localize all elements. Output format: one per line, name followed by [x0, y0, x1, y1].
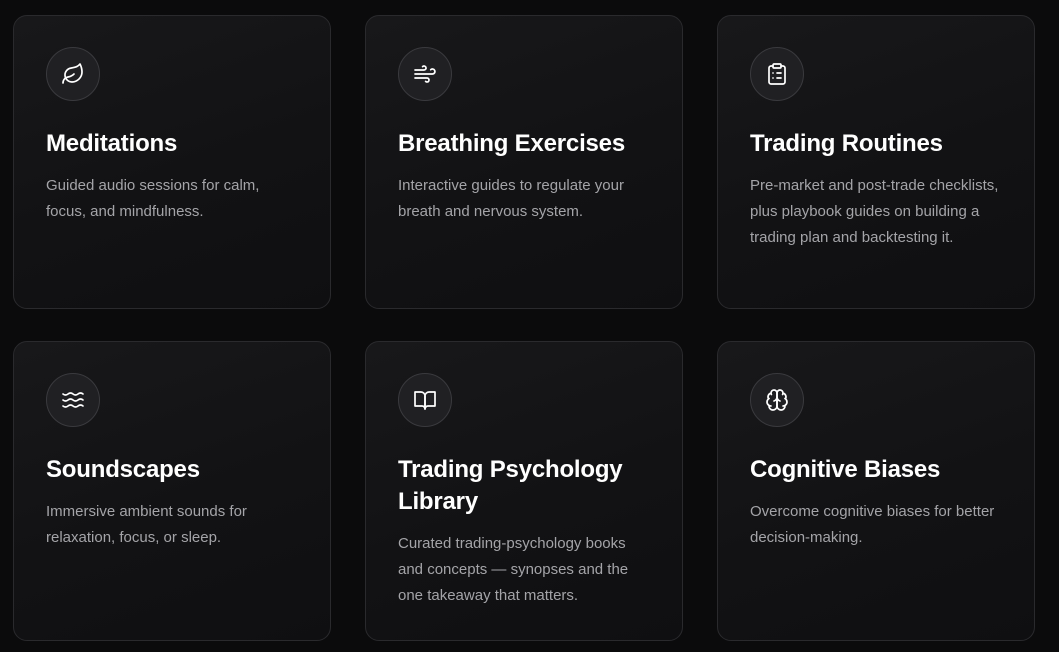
card-description: Immersive ambient sounds for relaxation,…: [46, 503, 247, 546]
card-breathing-exercises[interactable]: Breathing Exercises Interactive guides t…: [365, 15, 683, 309]
wind-icon: [398, 47, 452, 101]
card-description: Pre-market and post-trade checklists, pl…: [750, 177, 999, 246]
card-meditations[interactable]: Meditations Guided audio sessions for ca…: [13, 15, 331, 309]
card-title: Meditations: [46, 130, 178, 157]
waves-icon: [46, 373, 100, 427]
card-trading-routines[interactable]: Trading Routines Pre-market and post-tra…: [717, 15, 1035, 309]
card-trading-psychology-library[interactable]: Trading Psychology Library Curated tradi…: [365, 341, 683, 641]
card-title: Soundscapes: [46, 456, 200, 483]
card-description: Guided audio sessions for calm, focus, a…: [46, 177, 260, 220]
card-title: Breathing Exercises: [398, 130, 625, 157]
card-description: Overcome cognitive biases for better dec…: [750, 503, 995, 546]
card-title: Trading Psychology Library: [398, 456, 623, 515]
card-soundscapes[interactable]: Soundscapes Immersive ambient sounds for…: [13, 341, 331, 641]
card-title: Trading Routines: [750, 130, 943, 157]
leaf-icon: [46, 47, 100, 101]
clipboard-list-icon: [750, 47, 804, 101]
card-description: Interactive guides to regulate your brea…: [398, 177, 624, 220]
card-title: Cognitive Biases: [750, 456, 941, 483]
brain-icon: [750, 373, 804, 427]
open-book-icon: [398, 373, 452, 427]
card-description: Curated trading-psychology books and con…: [398, 535, 629, 604]
card-cognitive-biases[interactable]: Cognitive Biases Overcome cognitive bias…: [717, 341, 1035, 641]
